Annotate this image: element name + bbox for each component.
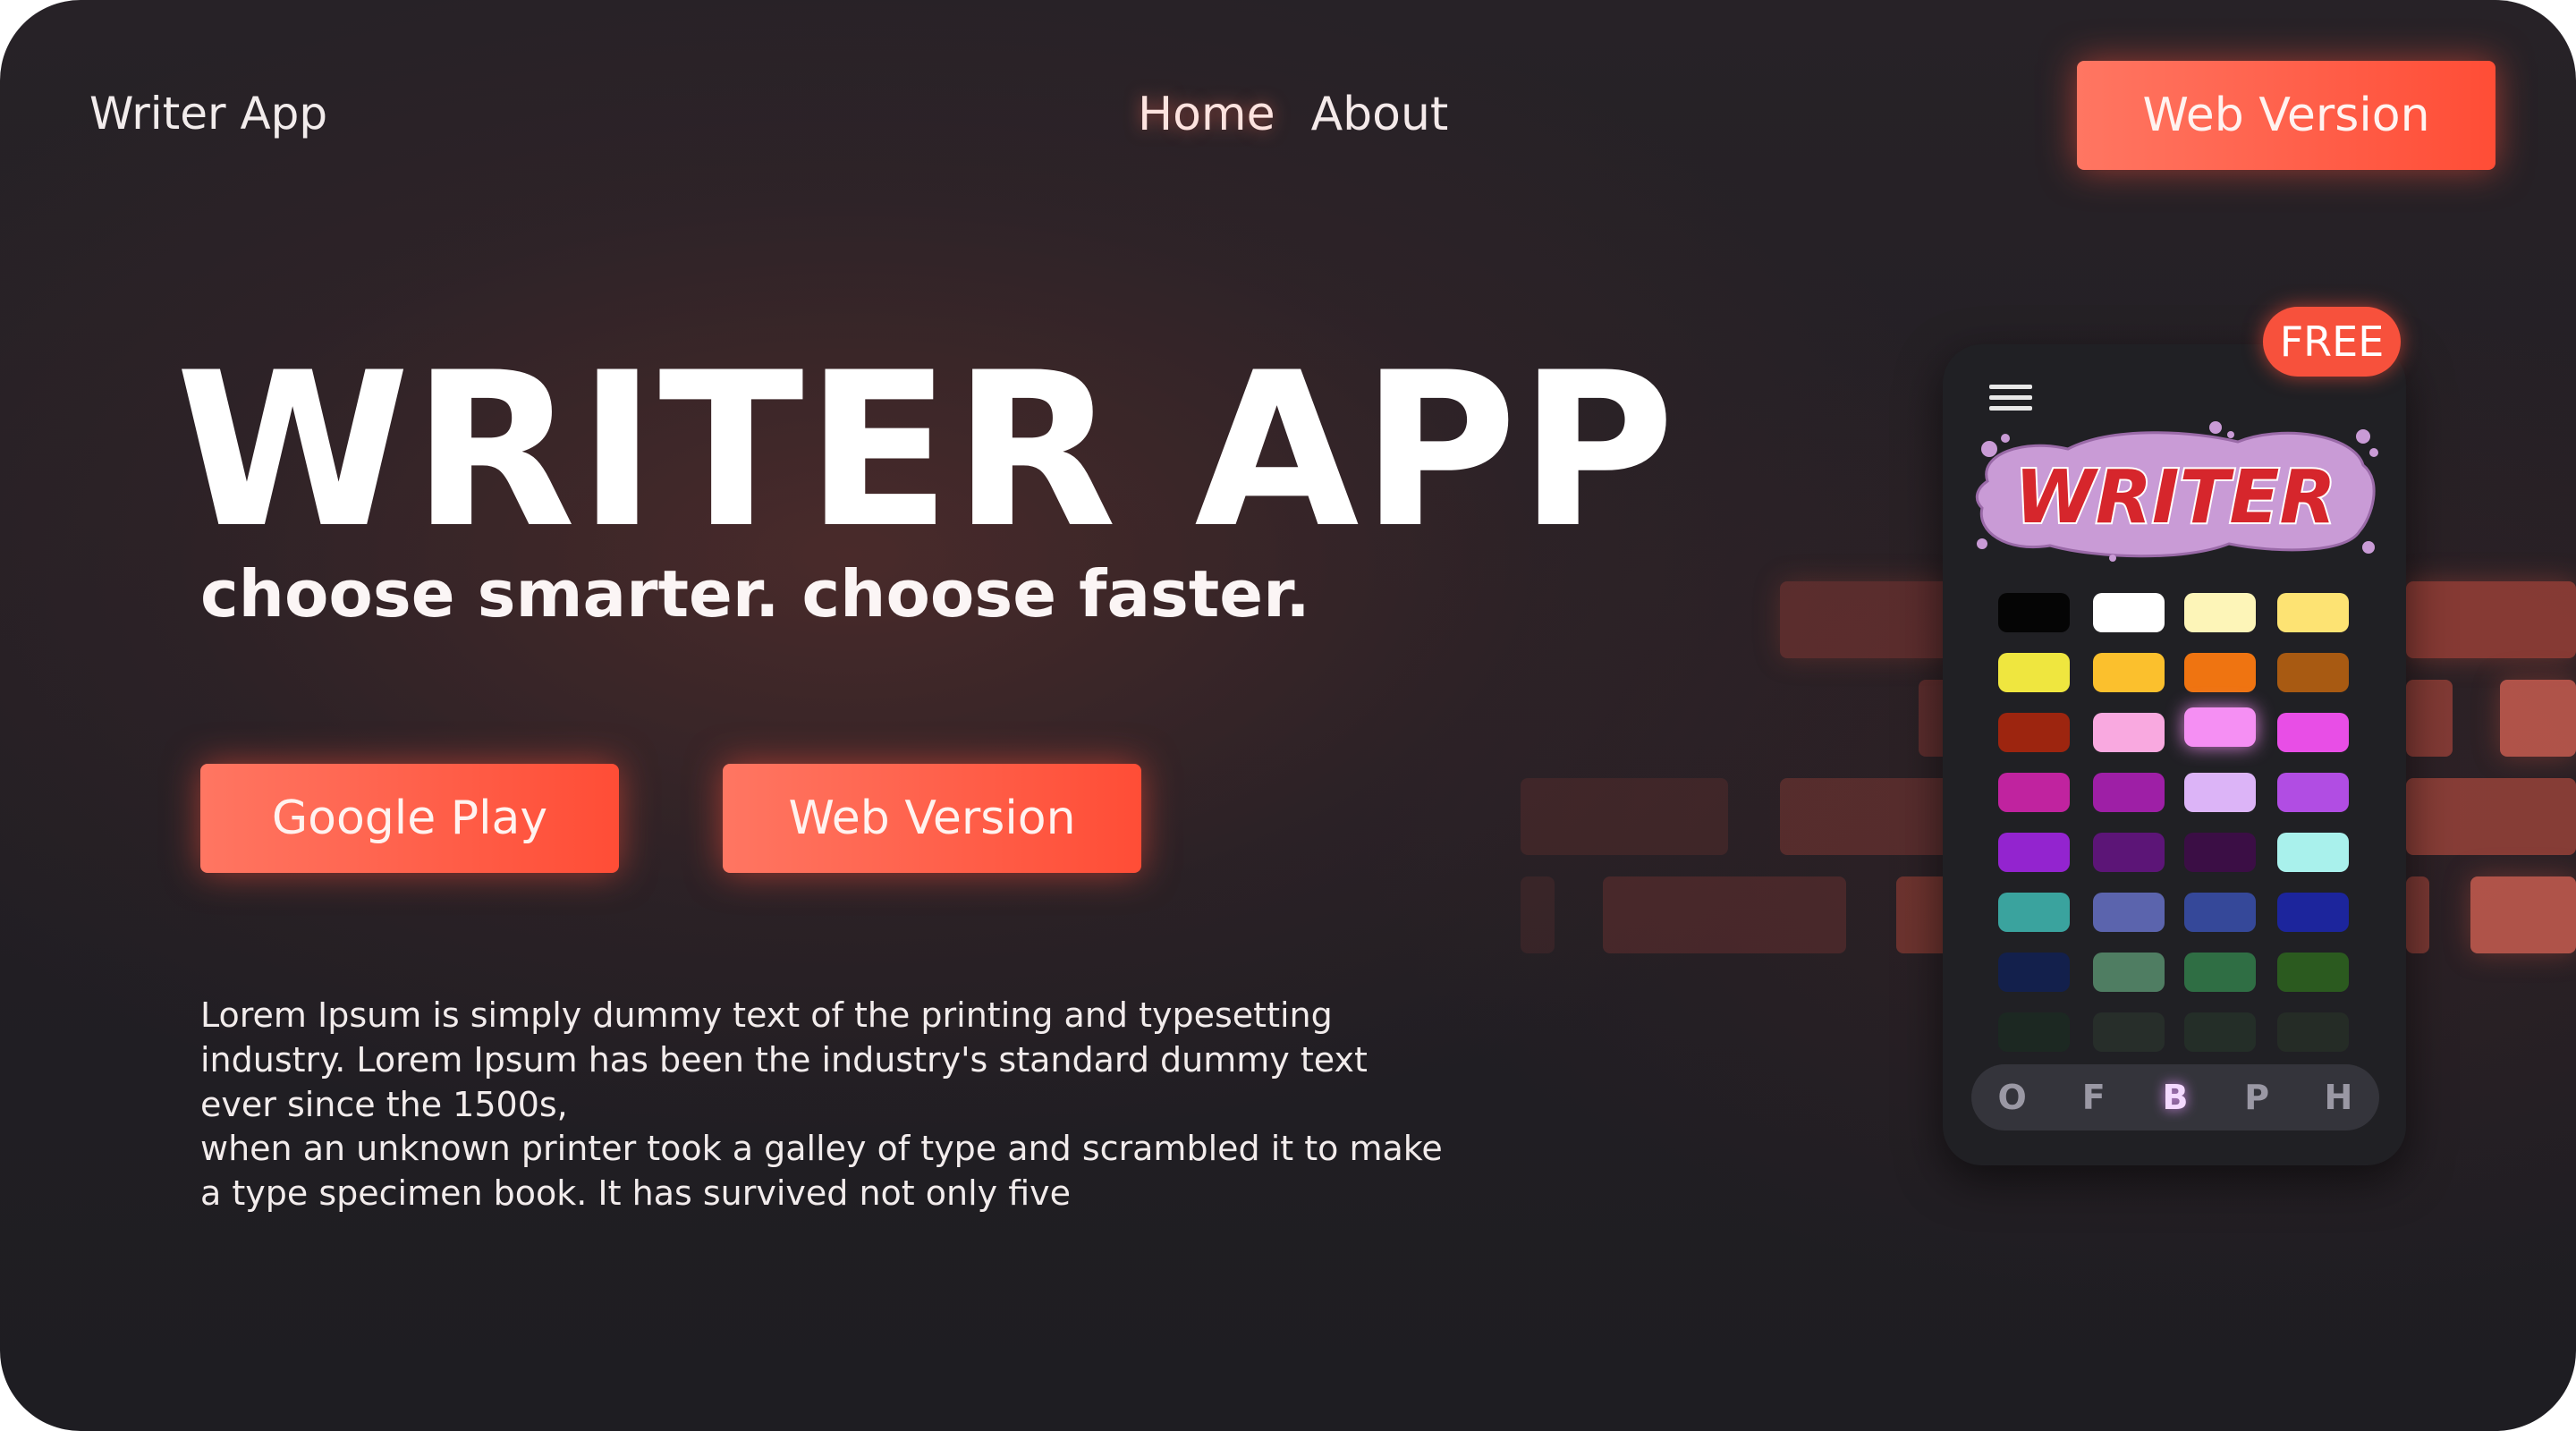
color-swatch[interactable]	[2093, 593, 2165, 632]
color-swatch[interactable]	[2184, 1012, 2256, 1052]
color-swatch[interactable]	[2093, 713, 2165, 752]
color-swatch[interactable]	[2093, 953, 2165, 992]
color-swatch[interactable]	[2277, 893, 2349, 932]
hero-description-1: Lorem Ipsum is simply dummy text of the …	[200, 995, 1368, 1124]
tab-f[interactable]: F	[2067, 1078, 2121, 1117]
color-swatch[interactable]	[2184, 593, 2256, 632]
color-swatch[interactable]	[2093, 773, 2165, 812]
header-web-version-button[interactable]: Web Version	[2077, 61, 2496, 170]
brick	[2406, 581, 2576, 658]
landing-page: Writer App Home About Web Version WRITER…	[0, 0, 2576, 1431]
color-swatch[interactable]	[2184, 953, 2256, 992]
color-swatch[interactable]	[1998, 953, 2070, 992]
brick	[1780, 581, 1950, 658]
color-swatch[interactable]	[2184, 653, 2256, 692]
color-swatch[interactable]	[2277, 593, 2349, 632]
color-swatch[interactable]	[1998, 773, 2070, 812]
color-swatch[interactable]	[1998, 653, 2070, 692]
brick	[2406, 680, 2453, 757]
color-swatch[interactable]	[2277, 653, 2349, 692]
free-badge: FREE	[2263, 307, 2401, 377]
tab-o[interactable]: O	[1986, 1078, 2039, 1117]
phone-tab-bar: O F B P H	[1971, 1064, 2379, 1130]
color-swatch[interactable]	[1998, 1012, 2070, 1052]
color-swatch[interactable]	[2277, 1012, 2349, 1052]
writer-graffiti-logo: WRITER	[1970, 419, 2381, 565]
brick	[1603, 876, 1846, 953]
brick	[1896, 876, 1950, 953]
brick	[2406, 876, 2429, 953]
tab-h[interactable]: H	[2311, 1078, 2365, 1117]
hero-tagline: choose smarter. choose faster.	[200, 556, 1310, 631]
brick	[1780, 778, 1950, 855]
hero-description-2: when an unknown printer took a galley of…	[200, 1129, 1443, 1213]
color-swatch[interactable]	[2184, 893, 2256, 932]
brick	[2406, 778, 2576, 855]
tab-p[interactable]: P	[2230, 1078, 2284, 1117]
color-swatch[interactable]	[2277, 773, 2349, 812]
brick	[1521, 876, 1555, 953]
google-play-button[interactable]: Google Play	[200, 764, 619, 873]
color-swatch[interactable]	[2093, 893, 2165, 932]
web-version-button[interactable]: Web Version	[723, 764, 1141, 873]
nav-about-link[interactable]: About	[1311, 88, 1449, 141]
color-swatch[interactable]	[2093, 833, 2165, 872]
nav-home-link[interactable]: Home	[1138, 88, 1275, 141]
color-swatch[interactable]	[1998, 893, 2070, 932]
brick	[2470, 876, 2576, 953]
graffiti-logo-text: WRITER	[2014, 455, 2335, 540]
color-swatch[interactable]	[2184, 773, 2256, 812]
color-swatch[interactable]	[1998, 593, 2070, 632]
brick	[1521, 778, 1728, 855]
color-swatch[interactable]	[2184, 833, 2256, 872]
hero-title: WRITER APP	[175, 327, 1677, 575]
color-swatch[interactable]	[2277, 953, 2349, 992]
color-swatch[interactable]	[2277, 713, 2349, 752]
color-swatch[interactable]	[2093, 653, 2165, 692]
site-logo[interactable]: Writer App	[89, 88, 327, 140]
tab-b[interactable]: B	[2148, 1078, 2202, 1117]
hamburger-menu-icon[interactable]	[1989, 385, 2032, 415]
color-swatch[interactable]	[2184, 707, 2256, 747]
color-swatch[interactable]	[2277, 833, 2349, 872]
color-swatch[interactable]	[1998, 833, 2070, 872]
color-swatch[interactable]	[1998, 713, 2070, 752]
main-nav: Home About	[1138, 88, 1448, 141]
color-swatch[interactable]	[2093, 1012, 2165, 1052]
brick	[2500, 680, 2576, 757]
